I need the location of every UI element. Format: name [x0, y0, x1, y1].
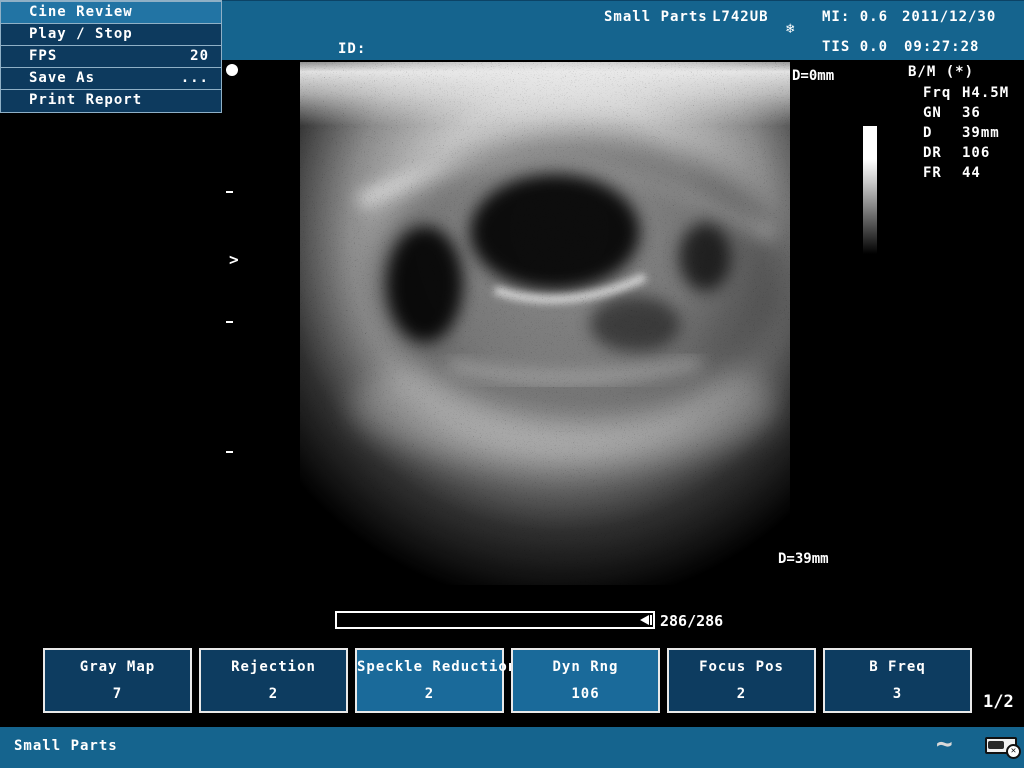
probe-model: L742UB: [712, 9, 769, 25]
menu-item-fps[interactable]: FPS 20: [1, 46, 221, 68]
param-row-gn: GN 36: [923, 105, 1023, 121]
softkey-row: Gray Map 7 Rejection 2 Speckle Reduction…: [43, 648, 972, 713]
preset-name: Small Parts: [604, 9, 708, 25]
cine-progress-bar[interactable]: [335, 611, 655, 629]
softkey-value: 7: [45, 686, 190, 702]
softkey-rejection[interactable]: Rejection 2: [199, 648, 348, 713]
cine-frame-arrow-icon[interactable]: [640, 615, 649, 625]
menu-item-label: Save As: [29, 68, 95, 89]
menu-item-print-report[interactable]: Print Report: [1, 90, 221, 112]
patient-id-label: ID:: [338, 41, 366, 57]
probe-orientation-dot-marker: [226, 64, 238, 76]
menu-item-value: ...: [181, 68, 209, 89]
softkey-page-indicator: 1/2: [983, 692, 1014, 712]
cine-context-menu: Cine Review Play / Stop FPS 20 Save As .…: [0, 0, 222, 113]
depth-tick: [226, 451, 233, 453]
softkey-label: B Freq: [825, 659, 970, 675]
mi-value: MI: 0.6: [822, 9, 888, 25]
freeze-snowflake-icon: ❄: [786, 12, 795, 46]
param-row-dr: DR 106: [923, 145, 1023, 161]
date: 2011/12/30: [902, 9, 996, 25]
param-row-frq: Frq H4.5M: [923, 85, 1023, 101]
menu-item-cine-review[interactable]: Cine Review: [1, 2, 221, 24]
mode-indicator: B/M (*): [908, 64, 974, 80]
depth-end-label: D=39mm: [778, 551, 829, 567]
focus-position-marker[interactable]: >: [229, 250, 239, 269]
cine-frame-counter: 286/286: [660, 612, 723, 630]
softkey-label: Dyn Rng: [513, 659, 658, 675]
softkey-value: 2: [357, 686, 502, 702]
param-label: DR: [923, 145, 942, 161]
menu-item-label: Cine Review: [29, 2, 133, 23]
menu-item-play-stop[interactable]: Play / Stop: [1, 24, 221, 46]
ultrasound-image: [300, 62, 790, 585]
status-preset-name: Small Parts: [14, 738, 118, 754]
softkey-gray-map[interactable]: Gray Map 7: [43, 648, 192, 713]
softkey-value: 106: [513, 686, 658, 702]
device-error-x-icon: ✕: [1006, 744, 1021, 759]
menu-item-label: Play / Stop: [29, 24, 133, 45]
param-value: 106: [962, 145, 990, 161]
softkey-label: Gray Map: [45, 659, 190, 675]
depth-start-label: D=0mm: [792, 68, 834, 84]
softkey-b-freq[interactable]: B Freq 3: [823, 648, 972, 713]
menu-item-label: FPS: [29, 46, 57, 67]
softkey-focus-pos[interactable]: Focus Pos 2: [667, 648, 816, 713]
param-row-depth: D 39mm: [923, 125, 1023, 141]
depth-tick: [226, 191, 233, 193]
tilde-icon: ∼: [936, 727, 953, 760]
param-label: GN: [923, 105, 942, 121]
status-bar: Small Parts ∼ ✕: [0, 727, 1024, 768]
softkey-speckle-reduction[interactable]: Speckle Reduction 2: [355, 648, 504, 713]
tis-value: TIS 0.0: [822, 39, 888, 55]
softkey-value: 2: [669, 686, 814, 702]
param-label: Frq: [923, 85, 951, 101]
menu-item-label: Print Report: [29, 90, 142, 112]
softkey-label: Speckle Reduction: [357, 659, 502, 675]
param-label: FR: [923, 165, 942, 181]
param-label: D: [923, 125, 932, 141]
param-value: H4.5M: [962, 85, 1009, 101]
param-value: 44: [962, 165, 981, 181]
ultrasound-render: [300, 62, 790, 585]
softkey-value: 3: [825, 686, 970, 702]
softkey-value: 2: [201, 686, 346, 702]
param-row-fr: FR 44: [923, 165, 1023, 181]
softkey-dyn-rng[interactable]: Dyn Rng 106: [511, 648, 660, 713]
time: 09:27:28: [904, 39, 979, 55]
menu-item-value: 20: [190, 46, 209, 67]
cine-frame-arrow-bar: [650, 615, 652, 625]
grayscale-reference-bar: [863, 126, 877, 254]
param-value: 39mm: [962, 125, 1000, 141]
softkey-label: Rejection: [201, 659, 346, 675]
param-value: 36: [962, 105, 981, 121]
printer-slot-icon: [988, 741, 1004, 749]
printer-disconnected-icon[interactable]: ✕: [985, 736, 1019, 756]
depth-tick: [226, 321, 233, 323]
menu-item-save-as[interactable]: Save As ...: [1, 68, 221, 90]
softkey-label: Focus Pos: [669, 659, 814, 675]
